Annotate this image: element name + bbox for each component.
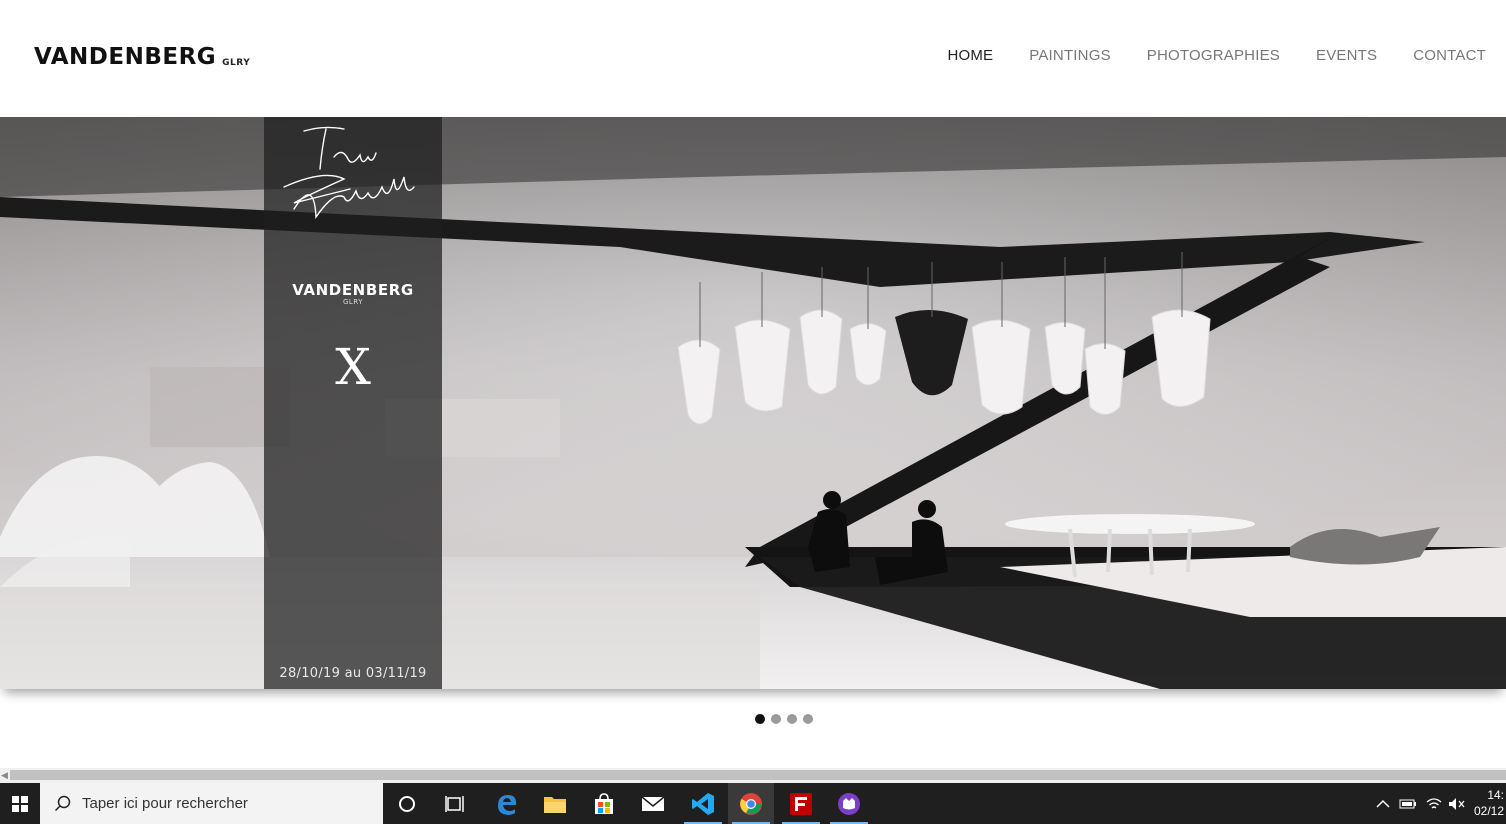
chrome-icon (740, 792, 762, 815)
mail-icon (641, 795, 665, 811)
nav-contact[interactable]: CONTACT (1413, 47, 1486, 64)
slider-dot-4[interactable] (803, 714, 813, 724)
task-view-button[interactable] (432, 783, 478, 824)
cortana-icon (399, 795, 415, 812)
chevron-up-icon[interactable] (1376, 799, 1390, 809)
tray-battery (1399, 783, 1417, 824)
slider-dot-2[interactable] (771, 714, 781, 724)
cortana-button[interactable] (384, 783, 430, 824)
tray-network (1426, 783, 1442, 824)
site-logo[interactable]: VANDENBERG GLRY (34, 44, 250, 70)
wifi-icon[interactable] (1426, 797, 1442, 811)
logo-sub-text: GLRY (222, 58, 251, 68)
store-icon (595, 792, 613, 814)
panel-brand-sub-text: GLRY (342, 298, 364, 306)
horizontal-scrollbar[interactable]: ◀ (0, 768, 1506, 783)
panel-brand-text: VANDENBERG (292, 281, 414, 299)
nav-home[interactable]: HOME (947, 47, 993, 64)
site-header: VANDENBERG GLRY HOME PAINTINGS PHOTOGRAP… (0, 0, 1506, 116)
battery-icon[interactable] (1399, 798, 1417, 810)
slider-dot-1[interactable] (755, 714, 765, 724)
main-nav: HOME PAINTINGS PHOTOGRAPHIES EVENTS CONT… (947, 47, 1486, 64)
vscode-button[interactable] (680, 783, 726, 824)
event-panel: VANDENBERG GLRY X 28/10/19 au 03/11/19 (264, 117, 442, 689)
start-button[interactable] (0, 783, 40, 824)
scroll-left-arrow-icon[interactable]: ◀ (0, 768, 9, 783)
clock-time: 14: (1487, 788, 1504, 802)
clock-date: 02/12 (1473, 804, 1504, 818)
scrollbar-thumb[interactable] (10, 770, 1506, 780)
taskbar-clock[interactable]: 14: 02/12 (1474, 787, 1504, 819)
nav-events[interactable]: EVENTS (1316, 47, 1377, 64)
taskbar-search-box[interactable]: Taper ici pour rechercher (40, 783, 383, 824)
search-icon (54, 795, 71, 811)
file-explorer-icon (544, 796, 566, 813)
event-date: 28/10/19 au 03/11/19 (279, 666, 427, 681)
slider-dot-3[interactable] (787, 714, 797, 724)
file-explorer-button[interactable] (532, 783, 578, 824)
windows-logo-icon (12, 795, 28, 812)
volume-muted-icon[interactable] (1448, 797, 1466, 811)
artist-signature (283, 126, 415, 220)
slider-pagination (755, 714, 813, 724)
tray-volume (1448, 783, 1466, 824)
vscode-icon (692, 792, 714, 815)
gallery-photo (0, 117, 1506, 689)
chrome-button[interactable] (728, 783, 774, 824)
panel-collab-x: X (335, 338, 371, 396)
nav-paintings[interactable]: PAINTINGS (1029, 47, 1111, 64)
edge-button[interactable] (484, 783, 530, 824)
nav-photographies[interactable]: PHOTOGRAPHIES (1147, 47, 1280, 64)
store-button[interactable] (581, 783, 627, 824)
logo-main-text: VANDENBERG (34, 44, 217, 70)
windows-taskbar: Taper ici pour rechercher 14: 02/12 (0, 783, 1506, 824)
purple-app-button[interactable] (826, 783, 872, 824)
edge-icon (498, 794, 517, 815)
hero-slider[interactable]: VANDENBERG GLRY X 28/10/19 au 03/11/19 (0, 117, 1506, 689)
system-tray (1376, 783, 1390, 824)
search-placeholder: Taper ici pour rechercher (82, 795, 248, 812)
app-purple-icon (838, 792, 860, 815)
task-view-icon (445, 795, 464, 812)
mail-button[interactable] (630, 783, 676, 824)
filezilla-button[interactable] (778, 783, 824, 824)
filezilla-icon (790, 792, 812, 815)
